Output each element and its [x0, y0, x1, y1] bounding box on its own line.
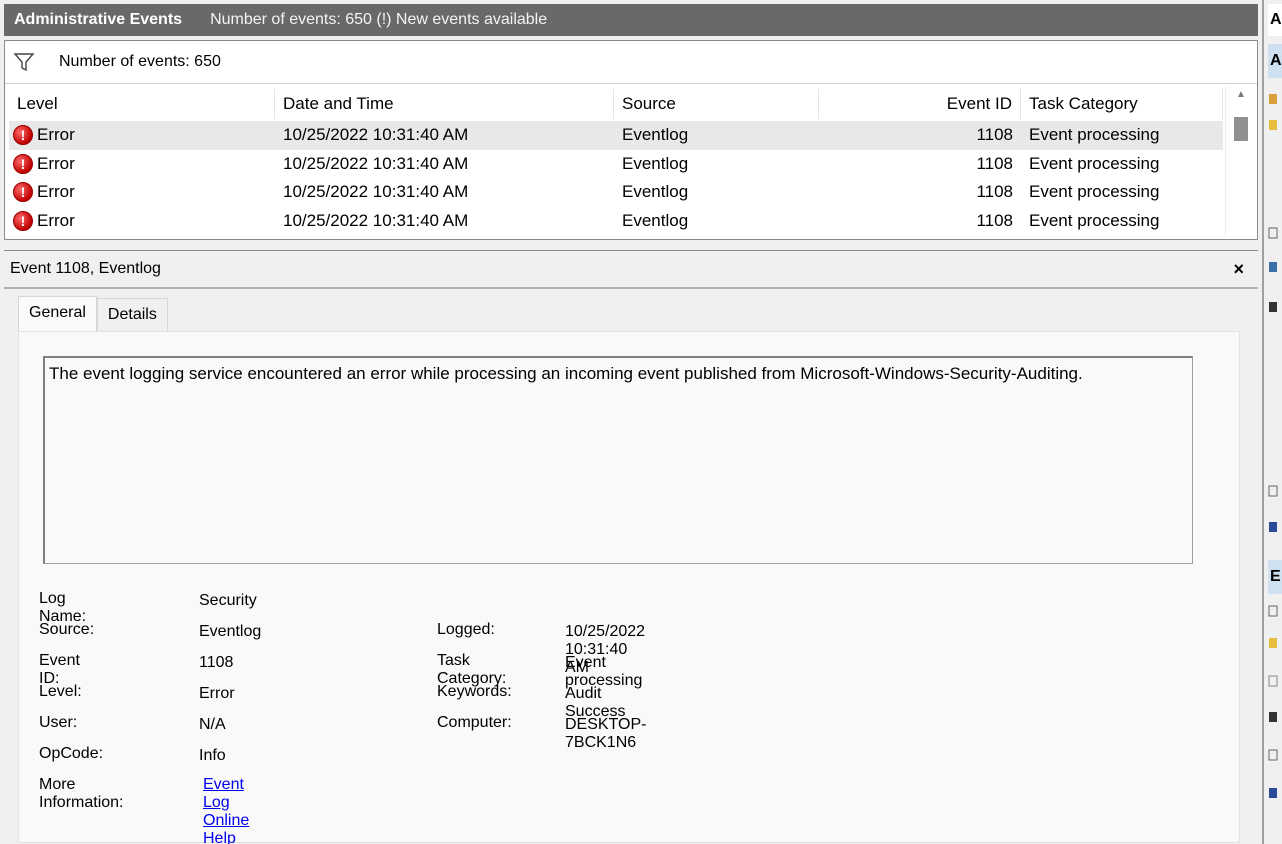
row-datetime: 10/25/2022 10:31:40 AM [283, 182, 469, 202]
general-tab-body: The event logging service encountered an… [18, 331, 1240, 844]
column-header-event-id[interactable]: Event ID [819, 89, 1021, 119]
tab-details[interactable]: Details [96, 298, 168, 331]
refresh-icon[interactable] [1268, 484, 1278, 498]
user-label: User: [39, 714, 78, 731]
main-pane: Administrative Events Number of events: … [0, 0, 1262, 844]
row-source: Eventlog [622, 182, 689, 202]
row-level: Error [37, 210, 75, 230]
computer-label: Computer: [437, 714, 512, 731]
detail-title: Event 1108, Eventlog [10, 260, 161, 277]
log-name-value[interactable]: Security [199, 592, 257, 610]
detail-header: Event 1108, Eventlog × [4, 251, 1258, 289]
logged-label: Logged: [437, 621, 495, 638]
source-label: Source: [39, 621, 95, 638]
properties-icon[interactable] [1268, 300, 1278, 314]
column-header-source[interactable]: Source [614, 89, 819, 119]
table-row[interactable]: ! Error 10/25/2022 10:31:40 AM Eventlog 1… [9, 207, 1223, 236]
event-section-header[interactable]: E [1268, 560, 1282, 594]
row-event-id: 1108 [976, 153, 1013, 173]
level-value[interactable]: Error [199, 685, 235, 703]
row-datetime: 10/25/2022 10:31:40 AM [283, 153, 469, 173]
row-task-category: Event processing [1029, 153, 1160, 173]
keywords-label: Keywords: [437, 683, 512, 700]
user-value[interactable]: N/A [199, 716, 226, 734]
table-row[interactable]: ! Error 10/25/2022 10:31:40 AM Eventlog 1… [9, 150, 1223, 179]
actions-section-header[interactable]: A [1268, 44, 1282, 78]
save-events-icon[interactable] [1268, 710, 1278, 724]
source-value[interactable]: Eventlog [199, 623, 261, 641]
detail-tabs: General Details [18, 296, 168, 331]
create-view-icon[interactable] [1268, 118, 1278, 132]
computer-value[interactable]: DESKTOP-7BCK1N6 [565, 716, 647, 752]
filter-bar: Number of events: 650 [5, 41, 1257, 84]
table-row[interactable]: ! Error 10/25/2022 10:31:40 AM Eventlog 1… [9, 178, 1223, 207]
scrollbar-thumb[interactable] [1234, 117, 1248, 141]
event-count-label: Number of events: 650 [59, 53, 221, 70]
row-datetime: 10/25/2022 10:31:40 AM [283, 125, 469, 145]
events-list-panel: Number of events: 650 Level Date and Tim… [4, 40, 1258, 240]
level-label: Level: [39, 683, 82, 700]
column-header-level[interactable]: Level [9, 89, 275, 119]
error-icon: ! [13, 210, 33, 231]
view-title: Administrative Events [14, 11, 183, 28]
event-rows: ! Error 10/25/2022 10:31:40 AM Eventlog 1… [9, 121, 1223, 235]
row-event-id: 1108 [976, 125, 1013, 145]
event-description[interactable]: The event logging service encountered an… [43, 356, 1193, 564]
row-task-category: Event processing [1029, 125, 1160, 145]
error-icon: ! [13, 182, 33, 203]
help-icon[interactable] [1268, 520, 1278, 534]
help-event-icon[interactable] [1268, 786, 1278, 800]
event-properties-icon[interactable] [1268, 604, 1278, 618]
error-icon: ! [13, 153, 33, 174]
copy-icon[interactable] [1268, 674, 1278, 688]
row-event-id: 1108 [976, 210, 1013, 230]
filter-log-icon[interactable] [1268, 260, 1278, 274]
opcode-value[interactable]: Info [199, 747, 226, 765]
tab-general[interactable]: General [18, 296, 97, 331]
refresh-event-icon[interactable] [1268, 748, 1278, 762]
row-task-category: Event processing [1029, 210, 1160, 230]
error-icon: ! [13, 125, 33, 146]
column-header-task-category[interactable]: Task Category [1021, 89, 1223, 119]
event-viewer-window: Administrative Events Number of events: … [0, 0, 1282, 844]
row-event-id: 1108 [976, 182, 1013, 202]
row-level: Error [37, 125, 75, 145]
event-detail-panel: Event 1108, Eventlog × General Details T… [4, 250, 1258, 844]
attach-task-icon[interactable] [1268, 636, 1278, 650]
column-header-date-time[interactable]: Date and Time [275, 89, 614, 119]
row-level: Error [37, 153, 75, 173]
view-titlebar: Administrative Events Number of events: … [4, 4, 1258, 36]
open-log-icon[interactable] [1268, 92, 1278, 106]
scroll-up-icon[interactable]: ▲ [1234, 89, 1248, 103]
filter-icon[interactable] [13, 51, 35, 73]
table-row[interactable]: ! Error 10/25/2022 10:31:40 AM Eventlog 1… [9, 121, 1223, 150]
events-scrollbar[interactable]: ▲ [1225, 87, 1256, 237]
clear-log-icon[interactable] [1268, 226, 1278, 240]
row-source: Eventlog [622, 125, 689, 145]
actions-pane: A A E [1262, 0, 1282, 844]
more-information-label: More Information: [39, 776, 124, 811]
row-task-category: Event processing [1029, 182, 1160, 202]
view-subtitle: Number of events: 650 (!) New events ava… [210, 11, 548, 28]
grid-header: Level Date and Time Source Event ID Task… [9, 89, 1223, 119]
row-datetime: 10/25/2022 10:31:40 AM [283, 210, 469, 230]
row-source: Eventlog [622, 210, 689, 230]
event-log-online-help-link[interactable]: Event Log Online Help [203, 776, 249, 844]
opcode-label: OpCode: [39, 745, 104, 762]
row-source: Eventlog [622, 153, 689, 173]
actions-pane-header: A [1268, 4, 1282, 36]
row-level: Error [37, 182, 75, 202]
event-id-value[interactable]: 1108 [199, 654, 233, 672]
close-icon[interactable]: × [1233, 259, 1244, 280]
